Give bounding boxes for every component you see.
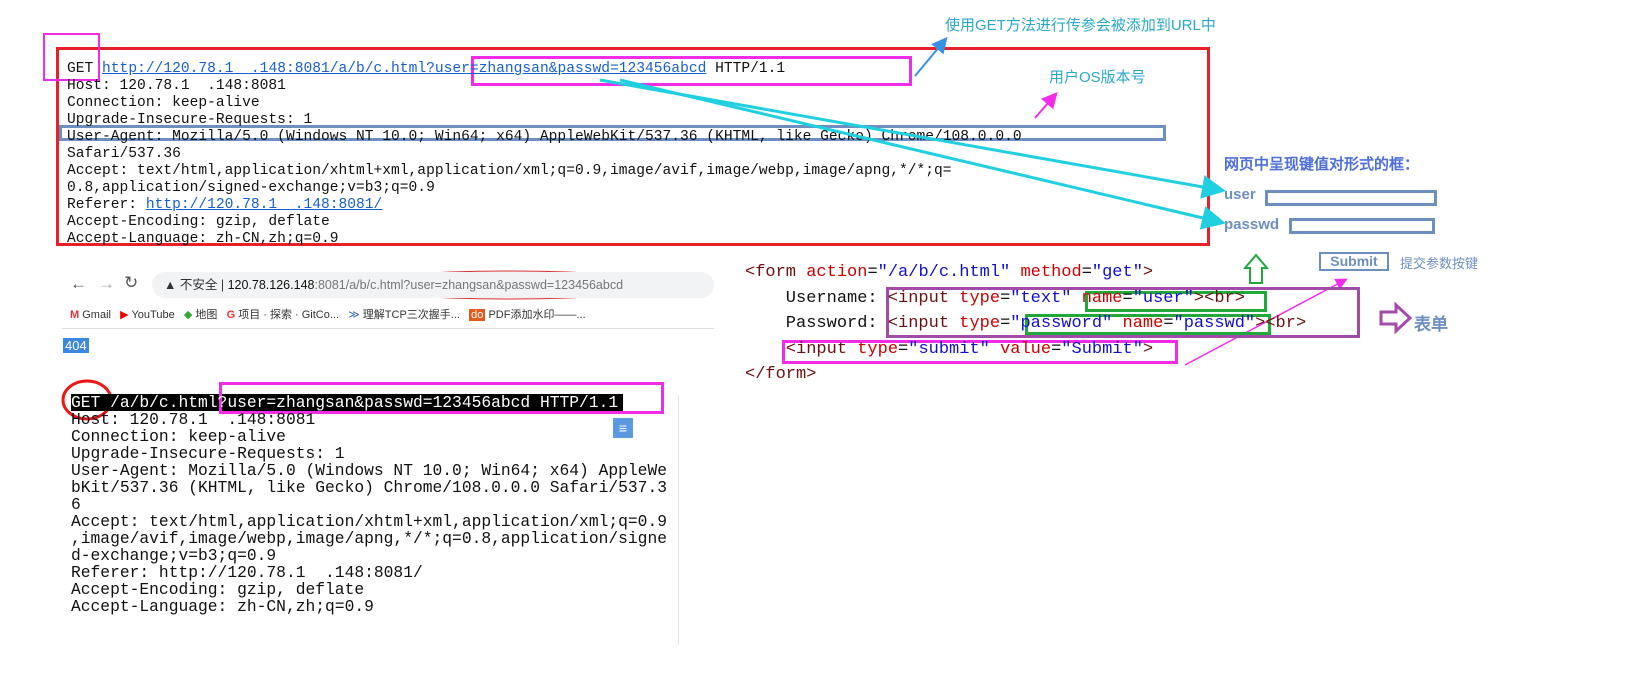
back-icon[interactable]: ← [70, 274, 87, 294]
reload-icon[interactable]: ↻ [124, 273, 138, 293]
arrow-to-get-note [914, 36, 948, 77]
gitcode-icon: G [226, 309, 236, 321]
document-icon[interactable]: ≡ [613, 418, 633, 438]
bookmark[interactable]: 地图 [195, 309, 217, 321]
maps-icon: ◆ [183, 309, 193, 321]
right-arrow-icon [1379, 301, 1413, 335]
pdf-icon: do [469, 309, 486, 321]
bookmark[interactable]: YouTube [131, 309, 174, 321]
form-code: <form action="/a/b/c.html" method="get">… [745, 263, 1307, 385]
bookmark[interactable]: 理解TCP三次握手... [363, 309, 460, 321]
bookmark[interactable]: 项目 · 探索 · GitCo... [238, 309, 339, 321]
url-host: 120.78.126.148 [227, 278, 315, 292]
arrow-passwd [619, 78, 1226, 230]
gmail-icon: M [70, 309, 80, 321]
page-404: 404 [63, 338, 89, 353]
divider [62, 328, 714, 329]
divider [678, 395, 679, 645]
warning-icon: ▲ [164, 278, 177, 292]
bottom-request-text: GET /a/b/c.html?user=zhangsan&passwd=123… [71, 393, 667, 616]
youtube-icon: ▶ [120, 309, 129, 321]
tcp-icon: ≫ [348, 309, 360, 321]
bookmark[interactable]: PDF添加水印——... [488, 309, 585, 321]
browser-toolbar: ← → ↻ ▲ 不安全 | 120.78.126.148:8081/a/b/c.… [62, 268, 714, 328]
forward-icon[interactable]: → [98, 274, 115, 294]
arrow-to-os-note [1034, 91, 1058, 119]
insecure-label: 不安全 [179, 278, 218, 292]
address-bar[interactable]: ▲ 不安全 | 120.78.126.148:8081/a/b/c.html?u… [152, 272, 714, 298]
bookmark[interactable]: Gmail [82, 309, 111, 321]
bookmarks-bar: M Gmail ▶ YouTube ◆ 地图 G 项目 · 探索 · GitCo… [70, 306, 586, 322]
